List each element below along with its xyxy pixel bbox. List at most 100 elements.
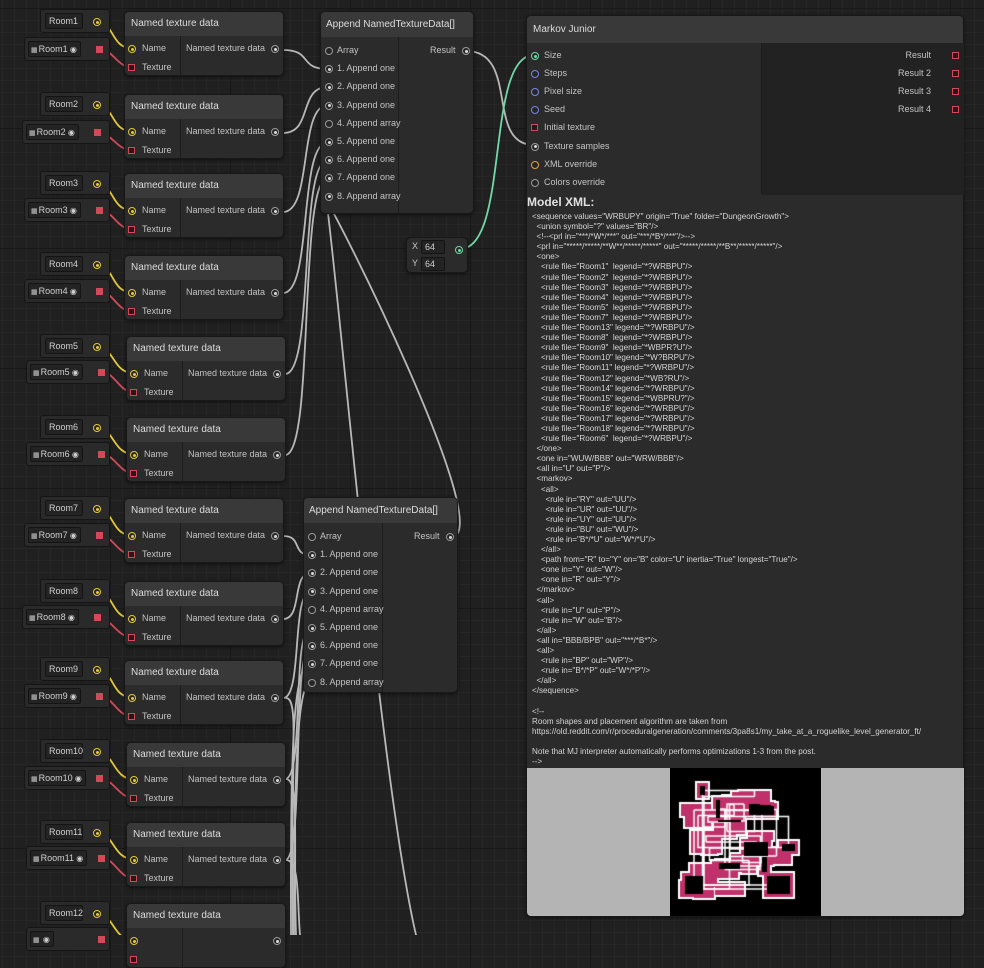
room-6-name-node[interactable]: Room6 bbox=[40, 415, 110, 439]
target-icon[interactable]: ◉ bbox=[41, 935, 50, 944]
room-8-name-node[interactable]: Room8 bbox=[40, 579, 110, 603]
target-icon[interactable]: ◉ bbox=[70, 368, 79, 377]
room-10-name-output-pin[interactable] bbox=[93, 748, 101, 756]
append-node-2-array-pin[interactable] bbox=[308, 533, 316, 541]
room-5-texture-output-pin[interactable] bbox=[98, 369, 105, 376]
room-11-texture-output-pin[interactable] bbox=[98, 855, 105, 862]
room-6-output-pin[interactable] bbox=[273, 451, 281, 459]
room-9-texture-node[interactable]: ▦Room9 ◉ bbox=[24, 684, 110, 708]
room-12-texture-input-pin[interactable] bbox=[130, 956, 137, 963]
markov-output-4-pin[interactable] bbox=[952, 106, 959, 114]
room-1-name-input-pin[interactable] bbox=[128, 45, 136, 53]
room-8-name-input-pin[interactable] bbox=[128, 615, 136, 623]
room-11-name-output-pin[interactable] bbox=[93, 829, 101, 837]
room-5-name-value[interactable]: Room5 bbox=[45, 338, 83, 354]
model-xml-panel[interactable]: Model XML: <sequence values="WRBUPY" orig… bbox=[527, 194, 965, 766]
room-2-node-title[interactable]: Named texture data bbox=[125, 95, 283, 119]
append-node-2[interactable]: Append NamedTextureData[] Array 1. Append … bbox=[303, 497, 458, 693]
room-5-name-input-pin[interactable] bbox=[130, 370, 138, 378]
room-11-named-texture-node[interactable]: Named texture data Name Texture Named textu… bbox=[126, 822, 286, 887]
room-12-name-input-pin[interactable] bbox=[130, 937, 138, 945]
room-6-texture-field[interactable]: ▦Room6 ◉ bbox=[30, 446, 83, 462]
room-12-texture-output-pin[interactable] bbox=[98, 936, 105, 943]
room-6-texture-input-pin[interactable] bbox=[130, 470, 137, 477]
room-2-name-output-pin[interactable] bbox=[93, 101, 101, 109]
room-12-name-value[interactable]: Room12 bbox=[45, 905, 83, 921]
room-2-texture-node[interactable]: ▦Room2 ◉ bbox=[22, 120, 110, 144]
room-5-texture-input-pin[interactable] bbox=[130, 389, 137, 396]
room-1-name-node[interactable]: Room1 bbox=[40, 9, 110, 33]
room-3-texture-input-pin[interactable] bbox=[128, 226, 135, 233]
append-node-1-item-6-pin[interactable] bbox=[325, 156, 333, 165]
room-8-texture-field[interactable]: ▦Room8 ◉ bbox=[26, 609, 79, 625]
append-node-1-title[interactable]: Append NamedTextureData[] bbox=[321, 12, 473, 37]
room-11-texture-input-pin[interactable] bbox=[130, 875, 137, 882]
room-4-texture-field[interactable]: ▦Room4 ◉ bbox=[28, 283, 81, 299]
room-7-texture-input-pin[interactable] bbox=[128, 551, 135, 558]
room-2-texture-field[interactable]: ▦Room2 ◉ bbox=[26, 124, 79, 140]
room-6-name-input-pin[interactable] bbox=[130, 451, 138, 459]
room-11-name-value[interactable]: Room11 bbox=[45, 824, 83, 840]
markov-output-3-pin[interactable] bbox=[952, 88, 959, 96]
node-graph-canvas[interactable]: Room1 ▦Room1 ◉ Named texture data Name Textu… bbox=[0, 0, 984, 968]
room-6-texture-node[interactable]: ▦Room6 ◉ bbox=[26, 442, 110, 466]
room-9-name-value[interactable]: Room9 bbox=[45, 661, 83, 677]
room-10-texture-output-pin[interactable] bbox=[96, 775, 103, 782]
room-4-texture-node[interactable]: ▦Room4 ◉ bbox=[24, 279, 110, 303]
append-node-1-item-1-pin[interactable] bbox=[325, 65, 333, 74]
room-11-texture-node[interactable]: ▦Room11 ◉ bbox=[26, 846, 110, 870]
room-2-name-value[interactable]: Room2 bbox=[45, 96, 83, 112]
target-icon[interactable]: ◉ bbox=[70, 450, 79, 459]
append-node-1-item-3-pin[interactable] bbox=[325, 101, 333, 110]
room-10-name-node[interactable]: Room10 bbox=[40, 739, 110, 763]
room-5-name-output-pin[interactable] bbox=[93, 343, 101, 351]
room-9-name-node[interactable]: Room9 bbox=[40, 657, 110, 681]
room-2-named-texture-node[interactable]: Named texture data Name Texture Named textu… bbox=[124, 94, 284, 159]
room-8-node-title[interactable]: Named texture data bbox=[125, 582, 283, 606]
room-2-name-node[interactable]: Room2 bbox=[40, 92, 110, 116]
room-7-name-output-pin[interactable] bbox=[93, 505, 101, 513]
room-10-node-title[interactable]: Named texture data bbox=[127, 743, 285, 767]
room-7-texture-node[interactable]: ▦Room7 ◉ bbox=[24, 523, 110, 547]
room-9-name-input-pin[interactable] bbox=[128, 694, 136, 702]
room-5-name-node[interactable]: Room5 bbox=[40, 334, 110, 358]
append-node-2-item-5-pin[interactable] bbox=[308, 624, 316, 632]
vector-output-pin[interactable] bbox=[455, 246, 463, 254]
target-icon[interactable]: ◉ bbox=[74, 854, 83, 863]
room-4-name-input-pin[interactable] bbox=[128, 289, 136, 297]
append-node-1-item-2-pin[interactable] bbox=[325, 83, 333, 92]
markov-output-2-pin[interactable] bbox=[952, 70, 959, 78]
room-3-name-node[interactable]: Room3 bbox=[40, 171, 110, 195]
room-5-output-pin[interactable] bbox=[273, 370, 281, 378]
room-7-texture-output-pin[interactable] bbox=[96, 532, 103, 539]
room-11-name-input-pin[interactable] bbox=[130, 856, 138, 864]
room-9-named-texture-node[interactable]: Named texture data Name Texture Named textu… bbox=[124, 660, 284, 725]
room-4-output-pin[interactable] bbox=[271, 289, 279, 297]
target-icon[interactable]: ◉ bbox=[68, 45, 77, 54]
model-xml-text[interactable]: <sequence values="WRBUPY" origin="True" … bbox=[532, 212, 921, 767]
room-12-name-node[interactable]: Room12 bbox=[40, 901, 110, 925]
room-1-texture-field[interactable]: ▦Room1 ◉ bbox=[28, 41, 81, 57]
room-12-texture-node[interactable]: ▦ ◉ bbox=[26, 927, 110, 951]
room-1-output-pin[interactable] bbox=[271, 45, 279, 53]
room-5-named-texture-node[interactable]: Named texture data Name Texture Named textu… bbox=[126, 336, 286, 401]
append-node-2-item-4-pin[interactable] bbox=[308, 605, 316, 614]
append-node-1-item-7-pin[interactable] bbox=[325, 174, 333, 183]
room-2-output-pin[interactable] bbox=[271, 128, 279, 136]
room-6-named-texture-node[interactable]: Named texture data Name Texture Named textu… bbox=[126, 417, 286, 482]
room-4-name-node[interactable]: Room4 bbox=[40, 252, 110, 276]
target-icon[interactable]: ◉ bbox=[68, 287, 77, 296]
room-11-output-pin[interactable] bbox=[273, 856, 281, 864]
room-3-name-output-pin[interactable] bbox=[93, 180, 101, 188]
markov-input-1-pin[interactable] bbox=[531, 52, 539, 60]
room-3-output-pin[interactable] bbox=[271, 207, 279, 215]
room-9-node-title[interactable]: Named texture data bbox=[125, 661, 283, 685]
room-5-texture-node[interactable]: ▦Room5 ◉ bbox=[26, 360, 110, 384]
vector-y-field[interactable]: 64 bbox=[421, 257, 445, 271]
room-10-texture-input-pin[interactable] bbox=[130, 795, 137, 802]
room-12-output-pin[interactable] bbox=[273, 937, 281, 945]
append-node-2-title[interactable]: Append NamedTextureData[] bbox=[304, 498, 457, 523]
room-3-name-input-pin[interactable] bbox=[128, 207, 136, 215]
room-4-texture-input-pin[interactable] bbox=[128, 308, 135, 315]
room-9-output-pin[interactable] bbox=[271, 694, 279, 702]
